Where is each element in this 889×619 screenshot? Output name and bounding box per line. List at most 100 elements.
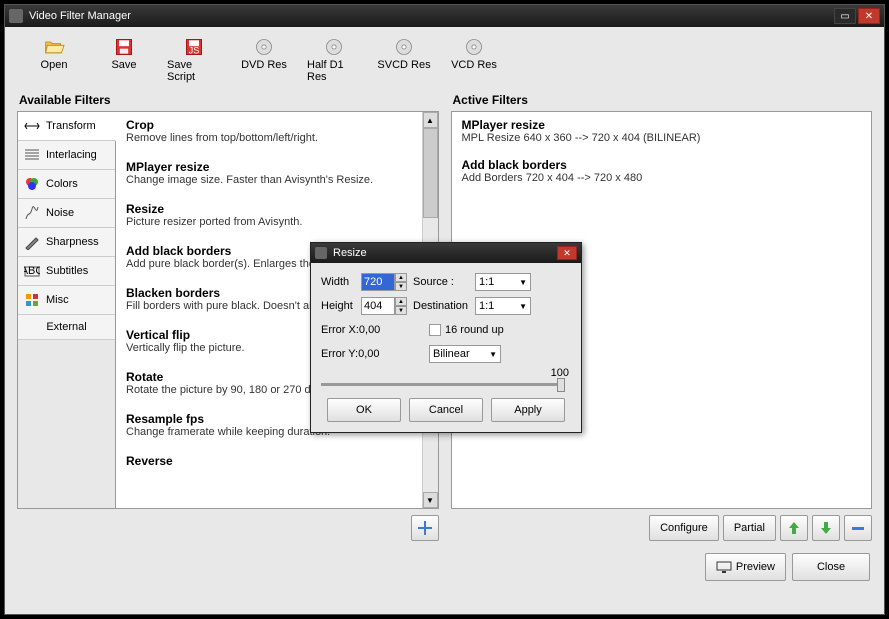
dialog-titlebar[interactable]: Resize ✕	[311, 243, 581, 263]
destination-label: Destination	[413, 300, 475, 312]
error-x-label: Error X:0,00	[321, 324, 411, 336]
vcd-res-label: VCD Res	[451, 59, 497, 71]
height-input[interactable]	[361, 297, 395, 315]
window-title: Video Filter Manager	[29, 10, 832, 22]
toolbar: Open Save JS Save Script DVD Res Half D1…	[5, 27, 884, 93]
active-filter-mplayer-resize[interactable]: MPlayer resizeMPL Resize 640 x 360 --> 7…	[462, 118, 862, 144]
filter-reverse[interactable]: Reverse	[126, 454, 412, 468]
minus-icon	[850, 520, 866, 536]
half-d1-res-label: Half D1 Res	[307, 59, 361, 83]
add-filter-button[interactable]	[411, 515, 439, 541]
save-script-button[interactable]: JS Save Script	[165, 35, 223, 85]
tab-transform[interactable]: Transform	[18, 112, 116, 141]
arrow-up-icon	[786, 520, 802, 536]
subtitles-icon: ABC	[24, 263, 40, 279]
error-y-label: Error Y:0,00	[321, 348, 411, 360]
open-label: Open	[41, 59, 68, 71]
dvd-res-button[interactable]: DVD Res	[235, 35, 293, 85]
dvd-res-label: DVD Res	[241, 59, 287, 71]
width-spinner[interactable]: ▲▼	[361, 273, 407, 291]
tab-subtitles[interactable]: ABC Subtitles	[18, 257, 115, 286]
disc-icon	[323, 37, 345, 57]
misc-icon	[24, 292, 40, 308]
roundup-label: 16 round up	[445, 324, 504, 336]
disc-icon	[463, 37, 485, 57]
plus-icon	[416, 519, 434, 537]
filter-crop[interactable]: CropRemove lines from top/bottom/left/ri…	[126, 118, 412, 144]
dialog-title: Resize	[333, 247, 557, 259]
noise-icon	[24, 205, 40, 221]
scroll-thumb[interactable]	[423, 128, 438, 218]
chevron-down-icon: ▼	[519, 278, 527, 287]
configure-button[interactable]: Configure	[649, 515, 719, 541]
tab-label: Transform	[46, 120, 96, 132]
colors-icon	[24, 176, 40, 192]
dialog-buttons: OK Cancel Apply	[321, 394, 571, 424]
width-label: Width	[321, 276, 361, 288]
preview-button[interactable]: Preview	[705, 553, 786, 581]
scroll-up-icon[interactable]: ▲	[423, 112, 438, 128]
close-button[interactable]: Close	[792, 553, 870, 581]
tab-label: External	[46, 321, 86, 333]
tab-colors[interactable]: Colors	[18, 170, 115, 199]
source-label: Source :	[413, 276, 475, 288]
scroll-down-icon[interactable]: ▼	[423, 492, 438, 508]
maximize-button[interactable]: ▭	[834, 8, 856, 24]
open-folder-icon	[43, 37, 65, 57]
move-up-button[interactable]	[780, 515, 808, 541]
save-disk-icon	[113, 37, 135, 57]
half-d1-res-button[interactable]: Half D1 Res	[305, 35, 363, 85]
height-spinner[interactable]: ▲▼	[361, 297, 407, 315]
transform-icon	[24, 118, 40, 134]
tab-label: Sharpness	[46, 236, 99, 248]
tab-label: Colors	[46, 178, 78, 190]
slider[interactable]	[321, 383, 565, 386]
active-header: Active Filters	[451, 93, 873, 107]
available-header: Available Filters	[17, 93, 439, 107]
ok-button[interactable]: OK	[327, 398, 401, 422]
tab-sharpness[interactable]: Sharpness	[18, 228, 115, 257]
dialog-app-icon	[315, 247, 327, 259]
partial-button[interactable]: Partial	[723, 515, 776, 541]
category-tabs: Transform Interlacing Colors Noise	[18, 112, 116, 508]
roundup-checkbox[interactable]	[429, 324, 441, 336]
app-icon	[9, 9, 23, 23]
cancel-button[interactable]: Cancel	[409, 398, 483, 422]
svg-text:JS: JS	[189, 46, 200, 56]
open-button[interactable]: Open	[25, 35, 83, 85]
slider-thumb[interactable]	[557, 378, 565, 392]
save-button[interactable]: Save	[95, 35, 153, 85]
tab-interlacing[interactable]: Interlacing	[18, 141, 115, 170]
spin-down-icon[interactable]: ▼	[395, 306, 407, 315]
remove-filter-button[interactable]	[844, 515, 872, 541]
window-close-button[interactable]: ✕	[858, 8, 880, 24]
spin-up-icon[interactable]: ▲	[395, 297, 407, 306]
footer: Preview Close	[5, 547, 884, 591]
width-input[interactable]	[361, 273, 395, 291]
move-down-button[interactable]	[812, 515, 840, 541]
source-combo[interactable]: 1:1▼	[475, 273, 531, 291]
vcd-res-button[interactable]: VCD Res	[445, 35, 503, 85]
tab-label: Noise	[46, 207, 74, 219]
svcd-res-button[interactable]: SVCD Res	[375, 35, 433, 85]
spin-down-icon[interactable]: ▼	[395, 282, 407, 291]
filter-mplayer-resize[interactable]: MPlayer resizeChange image size. Faster …	[126, 160, 412, 186]
destination-combo[interactable]: 1:1▼	[475, 297, 531, 315]
tab-noise[interactable]: Noise	[18, 199, 115, 228]
save-label: Save	[111, 59, 136, 71]
tab-external[interactable]: External	[18, 315, 115, 340]
spin-up-icon[interactable]: ▲	[395, 273, 407, 282]
algorithm-combo[interactable]: Bilinear▼	[429, 345, 501, 363]
titlebar[interactable]: Video Filter Manager ▭ ✕	[5, 5, 884, 27]
active-filter-add-black-borders[interactable]: Add black bordersAdd Borders 720 x 404 -…	[462, 158, 862, 184]
slider-value: 100	[321, 367, 571, 379]
active-buttons-row: Configure Partial	[451, 515, 873, 541]
svg-text:ABC: ABC	[24, 265, 40, 277]
tab-label: Interlacing	[46, 149, 97, 161]
monitor-icon	[716, 561, 732, 573]
save-script-label: Save Script	[167, 59, 221, 83]
dialog-close-button[interactable]: ✕	[557, 246, 577, 260]
filter-resize[interactable]: ResizePicture resizer ported from Avisyn…	[126, 202, 412, 228]
apply-button[interactable]: Apply	[491, 398, 565, 422]
tab-misc[interactable]: Misc	[18, 286, 115, 315]
